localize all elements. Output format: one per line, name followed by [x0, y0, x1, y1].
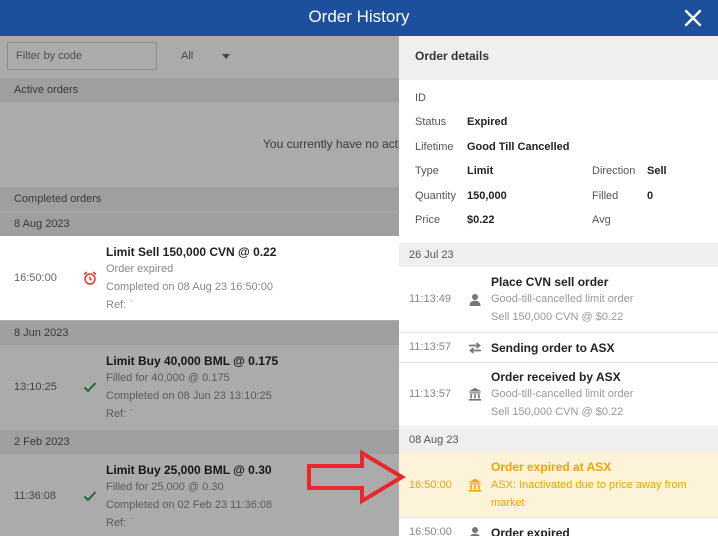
- event-time: 16:50:00: [409, 479, 452, 491]
- event-detail: Sell 150,000 CVN @ $0.22: [491, 406, 624, 418]
- order-ref: Ref: ˈ: [106, 299, 133, 311]
- direction-label: Direction: [592, 165, 636, 177]
- avg-label: Avg: [592, 214, 611, 226]
- type-value: Limit: [467, 165, 494, 177]
- timeline-event-highlighted: 16:50:00 Order expired at ASX ASX: Inact…: [399, 452, 718, 518]
- event-time: 11:13:57: [409, 341, 452, 353]
- event-title: Order expired: [491, 526, 570, 536]
- order-details-panel: Order details ID Status Expired Lifetime…: [399, 36, 718, 536]
- order-time: 16:50:00: [14, 272, 57, 284]
- price-value: $0.22: [467, 214, 495, 226]
- modal-overlay: [0, 36, 399, 236]
- timeline-event: 16:50:00 Order expired: [399, 518, 718, 536]
- order-details-header: Order details: [399, 36, 718, 80]
- event-time: 11:13:57: [409, 388, 452, 400]
- event-title: Sending order to ASX: [491, 341, 615, 355]
- bank-icon: [468, 387, 482, 401]
- filled-value: 0: [647, 190, 654, 202]
- timeline-date-header: 08 Aug 23: [399, 428, 718, 452]
- event-title: Order received by ASX: [491, 370, 621, 384]
- status-value: Expired: [467, 116, 508, 128]
- quantity-label: Quantity: [415, 190, 456, 202]
- timeline-event: 11:13:57 Order received by ASX Good-till…: [399, 363, 718, 427]
- order-completed: Completed on 08 Aug 23 16:50:00: [106, 281, 273, 293]
- annotation-arrow-icon: [307, 449, 406, 505]
- lifetime-value: Good Till Cancelled: [467, 141, 570, 153]
- event-detail: Good-till-cancelled limit order: [491, 388, 634, 400]
- event-title: Order expired at ASX: [491, 460, 612, 474]
- event-title: Place CVN sell order: [491, 275, 609, 289]
- direction-value: Sell: [647, 165, 667, 177]
- order-title: Limit Sell 150,000 CVN @ 0.22: [106, 245, 277, 259]
- event-detail: Good-till-cancelled limit order: [491, 293, 634, 305]
- status-label: Status: [415, 116, 447, 128]
- bank-icon: [468, 478, 482, 492]
- event-detail: ASX: Inactivated due to price away from: [491, 479, 687, 491]
- user-icon: [469, 294, 481, 306]
- lifetime-label: Lifetime: [415, 141, 454, 153]
- alarm-clock-icon: [83, 271, 97, 285]
- timeline-date-header: 26 Jul 23: [399, 243, 718, 267]
- timeline-event: 11:13:57 Sending order to ASX: [399, 333, 718, 363]
- order-row[interactable]: 16:50:00 Limit Sell 150,000 CVN @ 0.22 O…: [0, 236, 399, 320]
- filled-label: Filled: [592, 190, 619, 202]
- event-time: 16:50:00: [409, 526, 452, 536]
- id-label: ID: [415, 92, 426, 104]
- order-status: Order expired: [106, 263, 174, 275]
- event-time: 11:13:49: [409, 293, 452, 305]
- event-detail: market: [491, 497, 525, 509]
- event-detail: Sell 150,000 CVN @ $0.22: [491, 311, 624, 323]
- quantity-value: 150,000: [467, 190, 507, 202]
- title-bar: Order History: [0, 0, 718, 36]
- timeline-event: 11:13:49 Place CVN sell order Good-till-…: [399, 267, 718, 333]
- close-icon[interactable]: [682, 7, 704, 29]
- type-label: Type: [415, 165, 439, 177]
- window-title: Order History: [308, 7, 410, 26]
- user-icon: [470, 527, 480, 536]
- transfer-arrows-icon: [469, 342, 481, 354]
- price-label: Price: [415, 214, 441, 226]
